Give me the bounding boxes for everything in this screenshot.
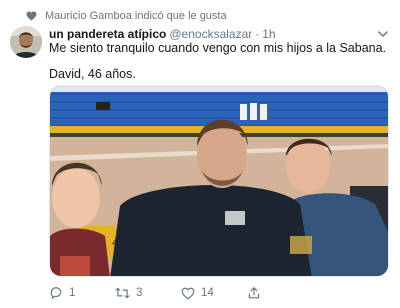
reply-button[interactable]: 1: [49, 283, 75, 303]
like-button[interactable]: 14: [181, 283, 214, 303]
display-name[interactable]: un pandereta atípico: [49, 27, 166, 41]
heart-outline-icon: [181, 287, 195, 300]
chevron-down-icon[interactable]: [376, 27, 390, 41]
tweet-photo[interactable]: 4: [49, 85, 389, 277]
share-icon: [247, 286, 261, 300]
avatar[interactable]: [10, 26, 42, 58]
reply-count: 1: [69, 287, 76, 299]
user-handle[interactable]: @enocksalazar: [169, 27, 252, 41]
tweet-header: un pandereta atípico @enocksalazar · 1h: [49, 26, 376, 42]
social-context: Mauricio Gamboa indicó que le gusta: [26, 8, 227, 24]
retweet-count: 3: [136, 287, 143, 299]
reply-icon: [49, 286, 63, 300]
tweet-text: Me siento tranquilo cuando vengo con mis…: [49, 41, 387, 55]
tweet-text-second-line: David, 46 años.: [49, 67, 136, 81]
share-button[interactable]: [247, 283, 261, 303]
like-count: 14: [201, 287, 214, 299]
tweet-actions: 1 3 14: [49, 283, 349, 303]
retweet-icon: [115, 286, 130, 300]
retweet-button[interactable]: 3: [115, 283, 142, 303]
tweet-time[interactable]: 1h: [262, 27, 275, 41]
separator-dot: ·: [255, 27, 260, 41]
heart-icon: [26, 11, 37, 21]
liked-by-text[interactable]: Mauricio Gamboa indicó que le gusta: [45, 10, 227, 22]
